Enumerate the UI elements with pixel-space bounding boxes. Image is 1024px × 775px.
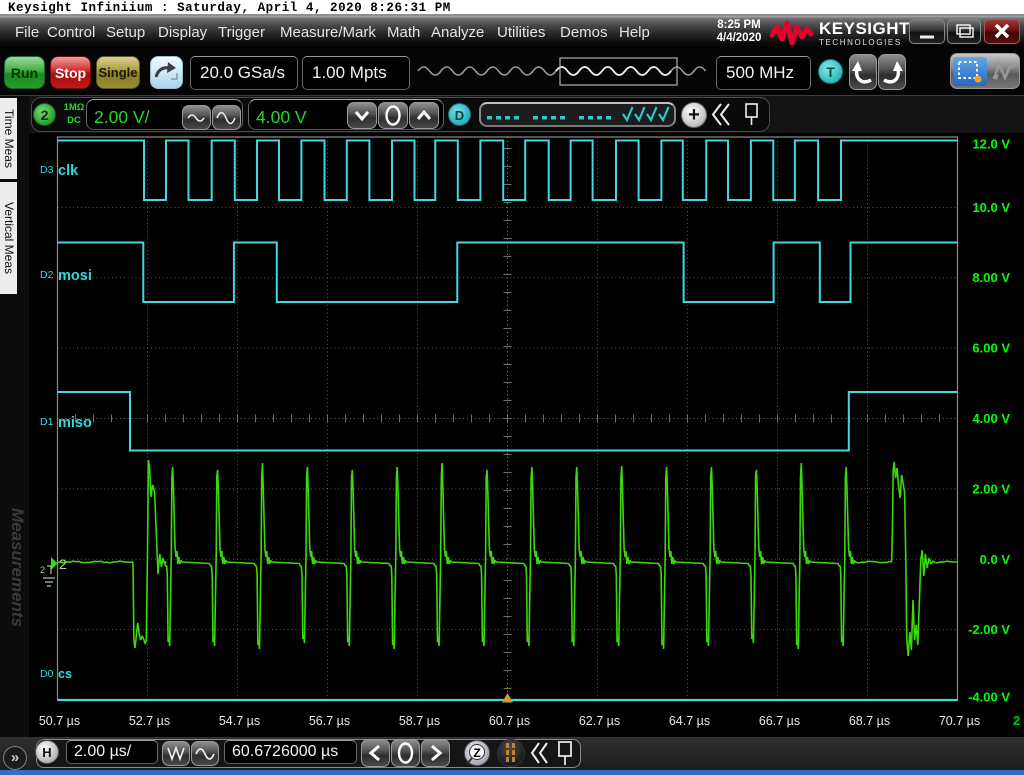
svg-text:56.7 µs: 56.7 µs [309,714,350,728]
svg-text:62.7 µs: 62.7 µs [579,714,620,728]
svg-text:-4.00 V: -4.00 V [968,690,1010,705]
svg-text:D2: D2 [40,269,54,281]
svg-text:clk: clk [58,163,79,179]
svg-text:KEYSIGHT: KEYSIGHT [819,19,910,38]
svg-text:2: 2 [1013,713,1020,728]
svg-text:D3: D3 [40,164,54,176]
svg-text:miso: miso [58,415,92,431]
svg-text:60.7 µs: 60.7 µs [489,714,530,728]
svg-text:52.7 µs: 52.7 µs [129,714,170,728]
svg-text:D0: D0 [40,668,54,680]
svg-text:70.7 µs: 70.7 µs [939,714,980,728]
svg-text:mosi: mosi [58,268,92,284]
svg-text:10.0 V: 10.0 V [972,200,1010,215]
svg-text:50.7 µs: 50.7 µs [39,714,80,728]
svg-text:2: 2 [59,556,67,572]
svg-text:2: 2 [40,565,45,575]
svg-text:54.7 µs: 54.7 µs [219,714,260,728]
svg-text:D1: D1 [40,416,54,428]
svg-text:68.7 µs: 68.7 µs [849,714,890,728]
svg-text:6.00 V: 6.00 V [972,341,1010,356]
svg-text:66.7 µs: 66.7 µs [759,714,800,728]
svg-text:4.00 V: 4.00 V [972,411,1010,426]
svg-text:2.00 V: 2.00 V [972,481,1010,496]
svg-text:8.00 V: 8.00 V [972,270,1010,285]
svg-text:-2.00 V: -2.00 V [968,622,1010,637]
svg-text:58.7 µs: 58.7 µs [399,714,440,728]
svg-text:64.7 µs: 64.7 µs [669,714,710,728]
svg-text:0.0 V: 0.0 V [980,552,1011,567]
svg-text:cs: cs [58,667,72,681]
svg-text:TECHNOLOGIES: TECHNOLOGIES [819,38,902,47]
svg-text:12.0 V: 12.0 V [972,137,1010,152]
